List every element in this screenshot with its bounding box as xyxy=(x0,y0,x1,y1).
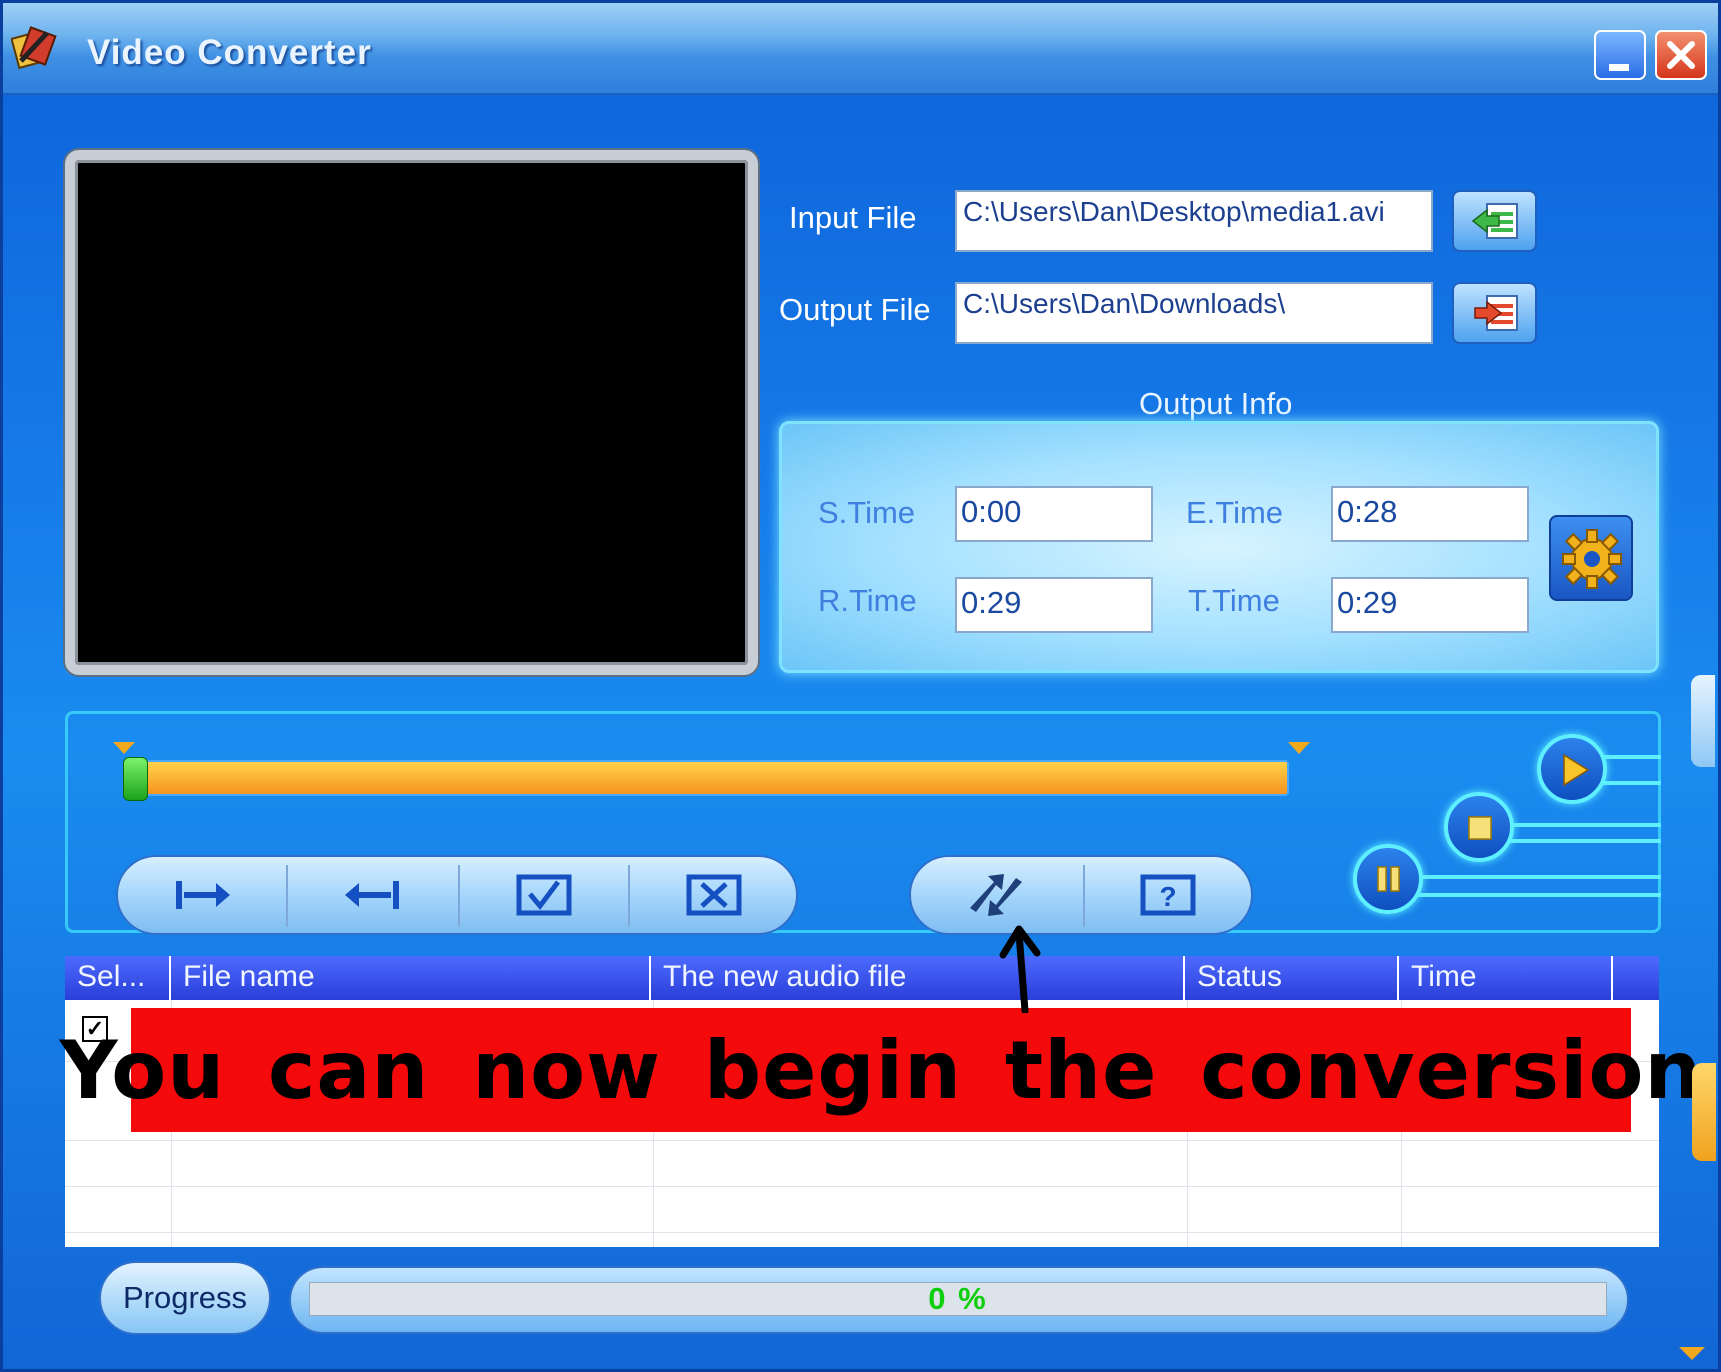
help-button[interactable]: ? xyxy=(1085,857,1251,933)
minimize-icon xyxy=(1609,64,1629,71)
side-expand-tab[interactable] xyxy=(1692,1063,1716,1161)
input-file-field[interactable]: C:\Users\Dan\Desktop\media1.avi xyxy=(955,190,1433,252)
play-button[interactable] xyxy=(1537,734,1607,804)
s-time-field[interactable]: 0:00 xyxy=(955,486,1153,542)
select-all-button[interactable] xyxy=(460,857,628,933)
window-title: Video Converter xyxy=(87,33,372,72)
e-time-label: E.Time xyxy=(1186,495,1284,530)
pause-button[interactable] xyxy=(1353,844,1423,914)
scroll-down-marker[interactable] xyxy=(1679,1347,1705,1360)
set-start-button[interactable] xyxy=(118,857,286,933)
checkbox-icon xyxy=(516,874,572,916)
wire xyxy=(1383,875,1661,879)
help-icon: ? xyxy=(1140,874,1196,916)
t-time-label: T.Time xyxy=(1188,583,1280,618)
seek-thumb[interactable] xyxy=(123,757,148,801)
remove-button[interactable] xyxy=(630,857,798,933)
column-header-status[interactable]: Status xyxy=(1185,956,1399,1000)
row-divider xyxy=(65,1186,1659,1187)
browse-output-button[interactable] xyxy=(1452,282,1537,344)
s-time-label: S.Time xyxy=(818,495,916,530)
close-button[interactable] xyxy=(1655,30,1707,80)
row-divider xyxy=(65,1232,1659,1233)
save-file-icon xyxy=(1474,295,1518,331)
set-end-button[interactable] xyxy=(288,857,458,933)
r-time-field[interactable]: 0:29 xyxy=(955,577,1153,633)
pause-icon xyxy=(1377,866,1400,892)
t-time-field[interactable]: 0:29 xyxy=(1331,577,1529,633)
progress-bar: 0 % xyxy=(309,1281,1607,1316)
gear-icon xyxy=(1562,529,1622,589)
table-header: Sel... File name The new audio file Stat… xyxy=(65,956,1659,1000)
input-file-label: Input File xyxy=(789,200,917,235)
title-bar[interactable]: Video Converter xyxy=(3,3,1718,95)
stop-button[interactable] xyxy=(1444,792,1514,862)
column-header-new-audio-file[interactable]: The new audio file xyxy=(651,956,1185,1000)
output-info-title: Output Info xyxy=(1139,386,1293,421)
r-time-label: R.Time xyxy=(818,583,917,618)
progress-value: 0 % xyxy=(928,1281,988,1316)
convert-icon xyxy=(970,874,1022,916)
progress-button[interactable]: Progress xyxy=(99,1261,271,1335)
play-icon xyxy=(1563,753,1590,787)
minimize-button[interactable] xyxy=(1594,30,1646,80)
column-header-file-name[interactable]: File name xyxy=(171,956,651,1000)
end-marker[interactable] xyxy=(1288,742,1310,754)
trim-toolbar xyxy=(116,855,798,935)
output-file-label: Output File xyxy=(779,292,931,327)
column-header-time[interactable]: Time xyxy=(1399,956,1613,1000)
annotation-text: You can now begin the conversion xyxy=(59,1023,1703,1117)
column-header-select[interactable]: Sel... xyxy=(65,956,171,1000)
stop-icon xyxy=(1468,816,1492,840)
open-file-icon xyxy=(1471,203,1518,239)
video-preview xyxy=(65,150,758,675)
browse-input-button[interactable] xyxy=(1452,190,1537,252)
wire xyxy=(1383,893,1661,897)
close-icon xyxy=(1667,41,1695,69)
svg-text:?: ? xyxy=(1159,881,1176,912)
set-end-icon xyxy=(345,881,399,909)
remove-icon xyxy=(686,874,742,916)
side-collapse-tab[interactable] xyxy=(1691,675,1715,767)
app-window: Video Converter Input File C:\Users\Dan\… xyxy=(0,0,1721,1372)
annotation-arrow xyxy=(999,925,1041,1013)
row-divider xyxy=(65,1140,1659,1141)
convert-toolbar: ? xyxy=(909,855,1253,935)
set-start-icon xyxy=(176,881,230,909)
e-time-field[interactable]: 0:28 xyxy=(1331,486,1529,542)
app-icon xyxy=(11,26,57,70)
start-marker[interactable] xyxy=(113,742,135,754)
annotation-banner: You can now begin the conversion xyxy=(60,1008,1701,1132)
seek-bar[interactable] xyxy=(123,760,1289,796)
output-file-field[interactable]: C:\Users\Dan\Downloads\ xyxy=(955,282,1433,344)
output-info-panel xyxy=(779,421,1659,673)
settings-button[interactable] xyxy=(1549,515,1633,601)
